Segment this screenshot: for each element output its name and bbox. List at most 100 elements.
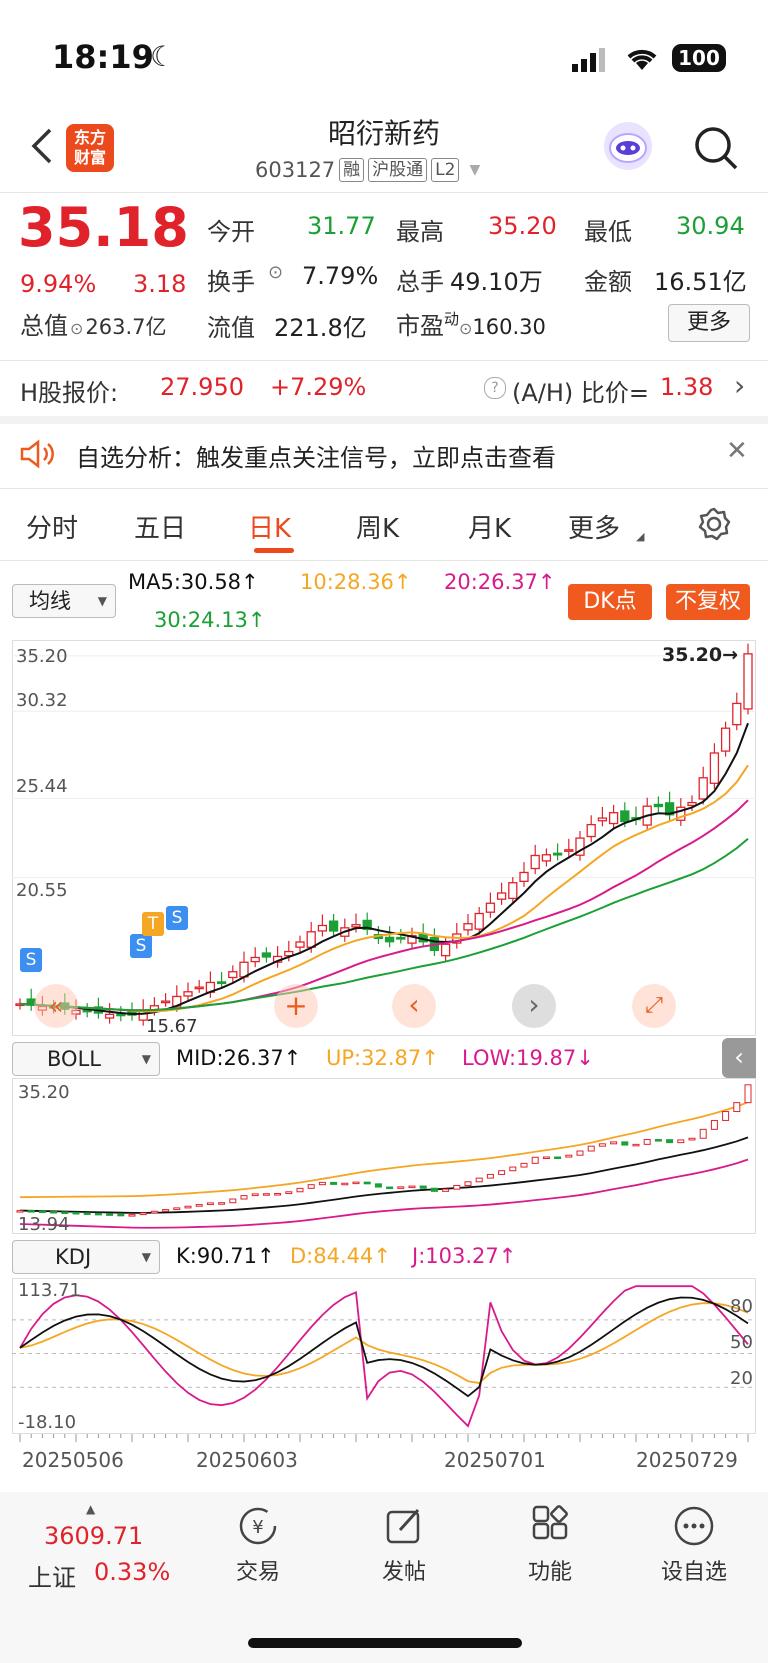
no-adjust-button[interactable]: 不复权 (666, 584, 750, 620)
kline-y-label-4: 20.55 (16, 880, 68, 901)
signal-s-marker: S (20, 948, 42, 972)
boll-candle (307, 1184, 315, 1189)
ah-ratio-value: 1.38 (660, 373, 714, 401)
kline-low-label: 15.67 (146, 1016, 198, 1037)
info-icon[interactable]: ⊙ (459, 319, 472, 338)
divider (0, 560, 768, 561)
close-icon[interactable]: ✕ (726, 436, 748, 466)
more-button[interactable]: 更多 (668, 304, 750, 342)
trade-icon: ¥ (239, 1507, 277, 1545)
boll-candle (229, 1198, 237, 1204)
moon-icon: ☾ (150, 40, 176, 73)
tab-intraday[interactable]: 分时 (26, 508, 78, 545)
search-icon[interactable] (692, 124, 740, 172)
kline-candle (743, 653, 753, 710)
boll-candle (587, 1145, 595, 1152)
nav-trade[interactable]: ¥ 交易 (220, 1504, 296, 1586)
nav-add-watchlist[interactable]: 设自选 (656, 1504, 732, 1586)
dropdown-icon: ▼ (141, 1052, 151, 1066)
tab-five-day[interactable]: 五日 (134, 508, 186, 545)
dropdown-icon[interactable]: ▼ (469, 162, 480, 178)
high-value: 35.20 (488, 212, 557, 240)
scroll-left-button[interactable]: ‹ (392, 984, 436, 1028)
boll-selector[interactable]: BOLL ▼ (12, 1042, 160, 1076)
signal-s-marker: S (166, 906, 188, 930)
kline-candle (732, 702, 742, 726)
kdj-j: J:103.27↑ (412, 1244, 517, 1268)
ma-selector[interactable]: 均线 ▼ (12, 584, 116, 618)
kdj-level-80: 80 (730, 1296, 753, 1317)
tab-daily-k[interactable]: 日K (248, 508, 291, 545)
kline-candle (541, 854, 552, 862)
float-label: 流值 (207, 314, 255, 342)
boll-candle (666, 1139, 674, 1144)
kline-candle (709, 752, 720, 784)
kdj-selector[interactable]: KDJ ▼ (12, 1240, 160, 1274)
boll-candle (744, 1084, 752, 1104)
help-icon[interactable]: ? (484, 377, 506, 399)
boll-bottom-label: 13.94 (18, 1214, 70, 1235)
kdj-k: K:90.71↑ (176, 1244, 275, 1268)
zoom-in-button[interactable]: + (274, 984, 318, 1028)
hshare-pct: +7.29% (270, 373, 367, 401)
signal-icon (572, 48, 605, 72)
notice-text: 自选分析：触发重点关注信号，立即点击查看 (76, 444, 556, 472)
boll-candle (72, 1211, 80, 1215)
nav-functions[interactable]: 功能 (512, 1504, 588, 1586)
date-label-2: 20250603 (196, 1448, 298, 1472)
collapse-panel-button[interactable]: ‹ (722, 1038, 756, 1078)
kline-candle (116, 1013, 126, 1017)
fullscreen-button[interactable]: ⤢ (632, 984, 676, 1028)
nav-functions-label: 功能 (527, 1560, 572, 1585)
ma-selector-label: 均线 (29, 589, 71, 613)
notice-bar[interactable]: 自选分析：触发重点关注信号，立即点击查看 ✕ (0, 424, 768, 486)
edit-icon (386, 1508, 420, 1544)
kline-y-label-2: 30.32 (16, 690, 68, 711)
kdj-level-20: 20 (730, 1368, 753, 1389)
tab-more[interactable]: 更多 (568, 508, 620, 545)
boll-candle (27, 1210, 35, 1213)
boll-candle (542, 1156, 550, 1160)
settings-icon[interactable] (696, 506, 732, 542)
kline-candle (228, 971, 238, 979)
kline-candle (306, 931, 316, 948)
volume-value: 49.10万 (450, 268, 543, 296)
status-time: 18:19 (52, 38, 154, 76)
boll-candle (677, 1139, 685, 1144)
boll-candle (486, 1173, 494, 1179)
scroll-left-fast-button[interactable]: « (34, 984, 78, 1028)
kline-candle (608, 812, 619, 825)
stock-code: 603127 (255, 158, 336, 182)
kline-chart[interactable] (12, 640, 756, 1036)
kline-candle (351, 924, 361, 928)
kline-candle (396, 936, 406, 940)
dk-point-button[interactable]: DK点 (568, 584, 652, 620)
scroll-right-button[interactable]: › (512, 984, 556, 1028)
boll-candle (531, 1156, 539, 1164)
index-name: 上证 (28, 1564, 76, 1592)
tab-weekly-k[interactable]: 周K (356, 508, 399, 545)
kline-y-label-1: 35.20 (16, 646, 68, 667)
kline-y-label-3: 25.44 (16, 776, 68, 797)
pe-value: 160.30 (472, 315, 546, 339)
boll-candle (16, 1210, 24, 1213)
robot-assistant-icon[interactable] (604, 122, 652, 170)
volume-label: 总手 (396, 268, 444, 296)
tab-monthly-k[interactable]: 月K (468, 508, 511, 545)
nav-post[interactable]: 发帖 (366, 1504, 442, 1586)
hshare-label: H股报价: (20, 379, 119, 407)
nav-post-label: 发帖 (381, 1560, 426, 1585)
info-icon[interactable]: ⊙ (70, 319, 83, 338)
boll-candle (453, 1184, 461, 1190)
ah-ratio-label: (A/H) 比价= (512, 379, 650, 407)
hshare-row[interactable]: H股报价: 27.950 +7.29% ? (A/H) 比价= 1.38 › (0, 361, 768, 416)
stock-name: 昭衍新药 (327, 117, 440, 150)
chevron-right-icon: › (734, 369, 746, 402)
market-cap: 总值 ⊙ 263.7亿 (20, 306, 167, 341)
boll-candle (195, 1204, 203, 1207)
index-value[interactable]: 3609.71 (44, 1522, 143, 1550)
kline-candle (564, 849, 574, 852)
kline-candle (317, 924, 328, 932)
info-icon[interactable]: ⊙ (268, 262, 283, 283)
kline-candle (463, 923, 473, 931)
